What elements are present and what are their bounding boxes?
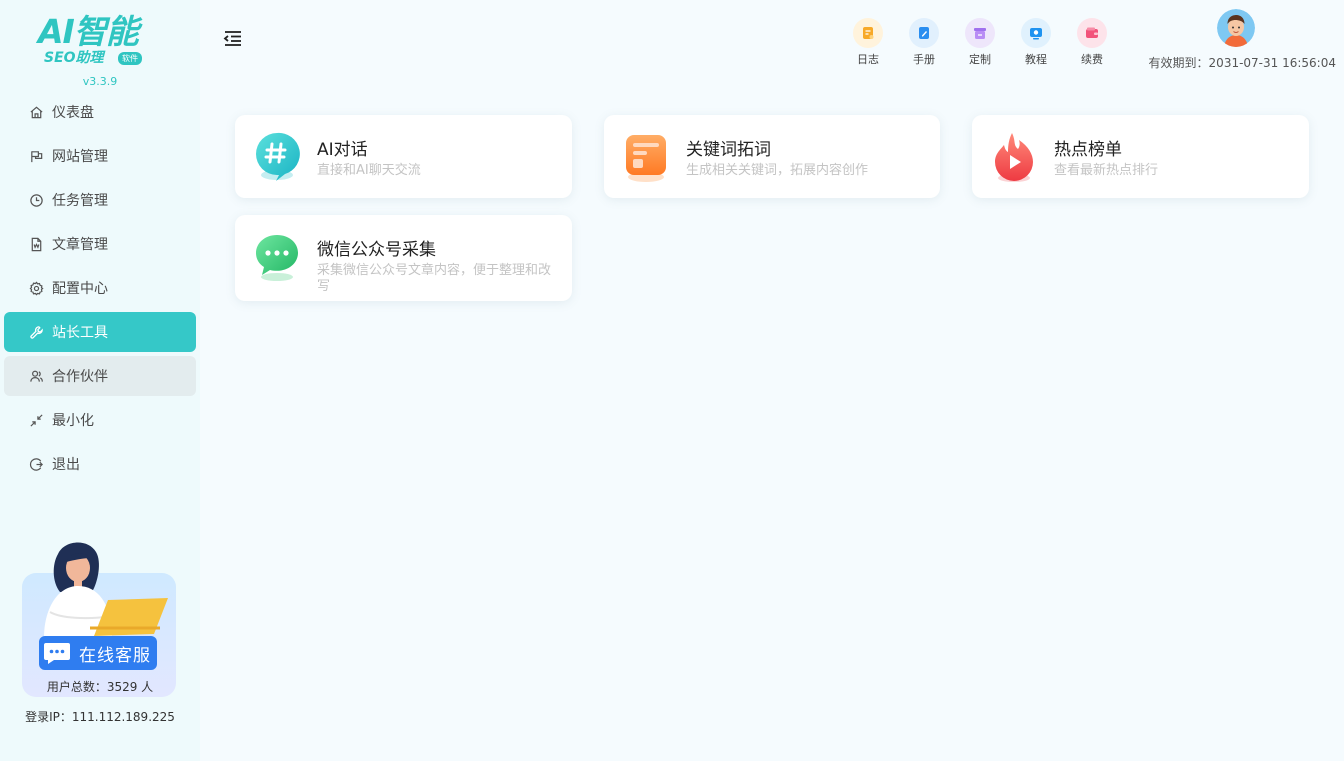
tutorial-icon [1021, 18, 1051, 48]
sidebar-item-dashboard[interactable]: 仪表盘 [4, 92, 196, 132]
wrench-icon [27, 323, 45, 341]
support-widget: 在线客服 用户总数：3529 人 [22, 538, 178, 698]
tool-card-desc: 生成相关关键词，拓展内容创作 [686, 163, 869, 178]
online-support-button[interactable]: 在线客服 [39, 636, 157, 670]
gear-icon [27, 279, 45, 297]
tool-card-ai-chat[interactable]: AI对话 直接和AI聊天交流 [235, 115, 572, 198]
sidebar-item-tasks[interactable]: 任务管理 [4, 180, 196, 220]
quick-link-label: 手册 [913, 53, 935, 66]
tool-card-wechat-collect[interactable]: 微信公众号采集 采集微信公众号文章内容，便于整理和改写 [235, 215, 572, 301]
sidebar-item-label: 网站管理 [52, 149, 108, 165]
sidebar-item-webmaster-tools[interactable]: 站长工具 [4, 312, 196, 352]
user-count: 用户总数：3529 人 [46, 680, 154, 694]
home-icon [27, 103, 45, 121]
sidebar-item-articles[interactable]: 文章管理 [4, 224, 196, 264]
user-avatar[interactable] [1217, 9, 1255, 47]
quick-link-label: 日志 [857, 53, 879, 66]
quick-link-tutorial[interactable]: 教程 [1016, 18, 1056, 67]
support-agent-illustration [44, 542, 168, 638]
online-support-label: 在线客服 [79, 645, 151, 666]
flag-icon [27, 147, 45, 165]
sidebar-nav: 仪表盘 网站管理 任务管理 文章管理 配置中心 站长工具 合作伙伴 最小化 退出 [4, 92, 196, 488]
sidebar-item-label: 最小化 [52, 413, 94, 429]
sidebar-item-label: 站长工具 [52, 325, 108, 341]
quick-link-manual[interactable]: 手册 [904, 18, 944, 67]
hashtag-chat-icon [256, 132, 300, 181]
quick-link-renew[interactable]: 续费 [1072, 18, 1112, 67]
sidebar-item-label: 退出 [52, 457, 80, 473]
renew-icon [1077, 18, 1107, 48]
wechat-bubble-icon [256, 235, 298, 281]
quick-link-custom[interactable]: 定制 [960, 18, 1000, 67]
tool-card-desc: 查看最新热点排行 [1054, 163, 1159, 178]
tool-card-desc: 采集微信公众号文章内容，便于整理和改写 [317, 263, 552, 294]
sidebar-item-label: 合作伙伴 [52, 369, 108, 385]
expiry-date: 有效期到：2031-07-31 16:56:04 [1148, 56, 1336, 70]
tool-card-title: AI对话 [317, 140, 368, 160]
sidebar-item-label: 仪表盘 [52, 105, 94, 121]
sidebar-item-config[interactable]: 配置中心 [4, 268, 196, 308]
app-logo: AI智能 SEO助理 软件 [38, 12, 162, 72]
clock-icon [27, 191, 45, 209]
users-icon [27, 367, 45, 385]
tool-card-hot-list[interactable]: 热点榜单 查看最新热点排行 [972, 115, 1309, 198]
sidebar-item-label: 配置中心 [52, 281, 108, 297]
tool-card-title: 热点榜单 [1054, 140, 1122, 160]
quick-link-label: 教程 [1025, 53, 1047, 66]
tool-card-desc: 直接和AI聊天交流 [317, 163, 421, 178]
hot-flame-icon [995, 133, 1033, 182]
document-icon [27, 235, 45, 253]
menu-collapse-icon [223, 31, 241, 46]
logo-tag: 软件 [118, 52, 142, 65]
log-icon [853, 18, 883, 48]
sidebar-item-label: 任务管理 [52, 193, 108, 209]
tool-card-keyword-expansion[interactable]: 关键词拓词 生成相关关键词，拓展内容创作 [604, 115, 940, 198]
quick-link-label: 续费 [1081, 53, 1103, 66]
tool-card-title: 关键词拓词 [686, 140, 771, 160]
app-version: v3.3.9 [82, 75, 118, 88]
logo-main-text: AI智能 [38, 12, 139, 51]
sidebar: AI智能 SEO助理 软件 v3.3.9 仪表盘 网站管理 任务管理 文章管理 … [0, 0, 200, 761]
quick-link-label: 定制 [969, 53, 991, 66]
manual-icon [909, 18, 939, 48]
sidebar-item-logout[interactable]: 退出 [4, 444, 196, 484]
sidebar-item-minimize[interactable]: 最小化 [4, 400, 196, 440]
sidebar-item-partners[interactable]: 合作伙伴 [4, 356, 196, 396]
sidebar-item-label: 文章管理 [52, 237, 108, 253]
login-ip: 登录IP：111.112.189.225 [25, 710, 175, 724]
logout-icon [27, 455, 45, 473]
keyword-card-icon [626, 135, 666, 182]
logo-sub-text: SEO助理 [44, 50, 104, 66]
chat-bubble-icon [43, 640, 71, 666]
quick-link-log[interactable]: 日志 [848, 18, 888, 67]
menu-collapse-toggle[interactable] [222, 28, 244, 48]
custom-icon [965, 18, 995, 48]
sidebar-item-sites[interactable]: 网站管理 [4, 136, 196, 176]
minimize-icon [27, 411, 45, 429]
tool-card-title: 微信公众号采集 [317, 240, 436, 260]
